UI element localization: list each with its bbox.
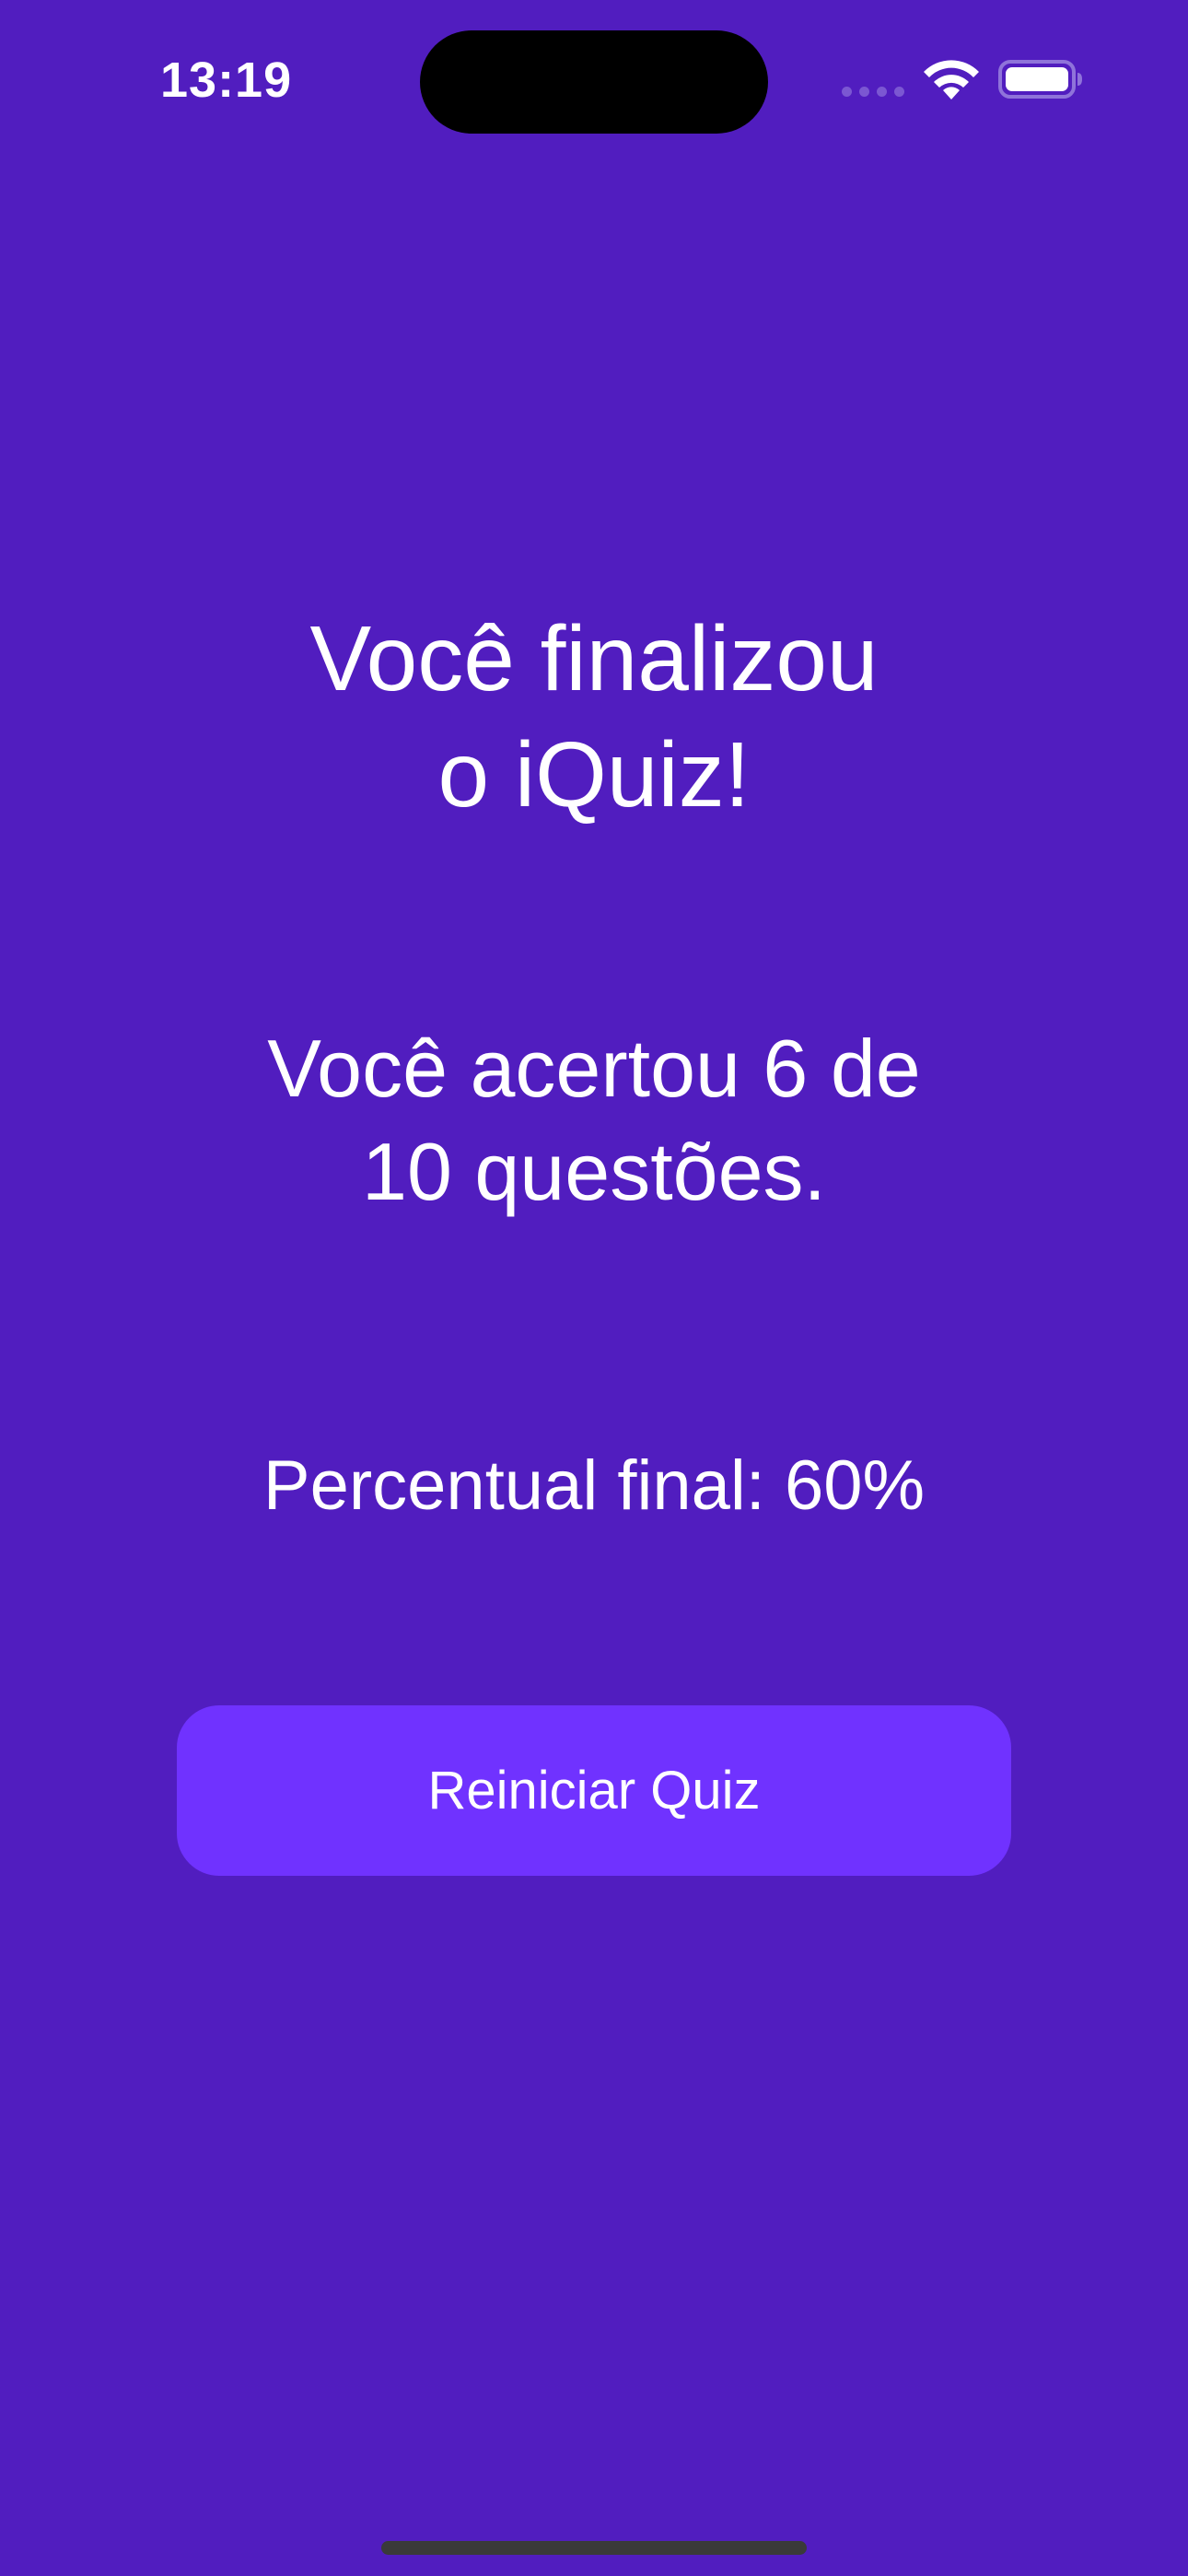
- status-time: 13:19: [160, 53, 293, 108]
- battery-icon: [998, 60, 1082, 99]
- completion-title: Você finalizou o iQuiz!: [0, 601, 1188, 833]
- score-summary-line2: 10 questões.: [362, 1126, 826, 1217]
- cellular-signal-icon: [842, 87, 904, 98]
- home-indicator[interactable]: [381, 2541, 807, 2555]
- completion-title-line2: o iQuiz!: [437, 723, 751, 826]
- score-summary-line1: Você acertou 6 de: [267, 1023, 921, 1114]
- dynamic-island: [420, 30, 768, 134]
- restart-quiz-button[interactable]: Reiniciar Quiz: [177, 1705, 1011, 1876]
- final-percentage: Percentual final: 60%: [262, 1446, 926, 1525]
- status-bar: 13:19: [0, 0, 1188, 157]
- completion-title-line1: Você finalizou: [309, 607, 879, 710]
- score-summary: Você acertou 6 de 10 questões.: [0, 1017, 1188, 1224]
- wifi-icon: [924, 60, 979, 100]
